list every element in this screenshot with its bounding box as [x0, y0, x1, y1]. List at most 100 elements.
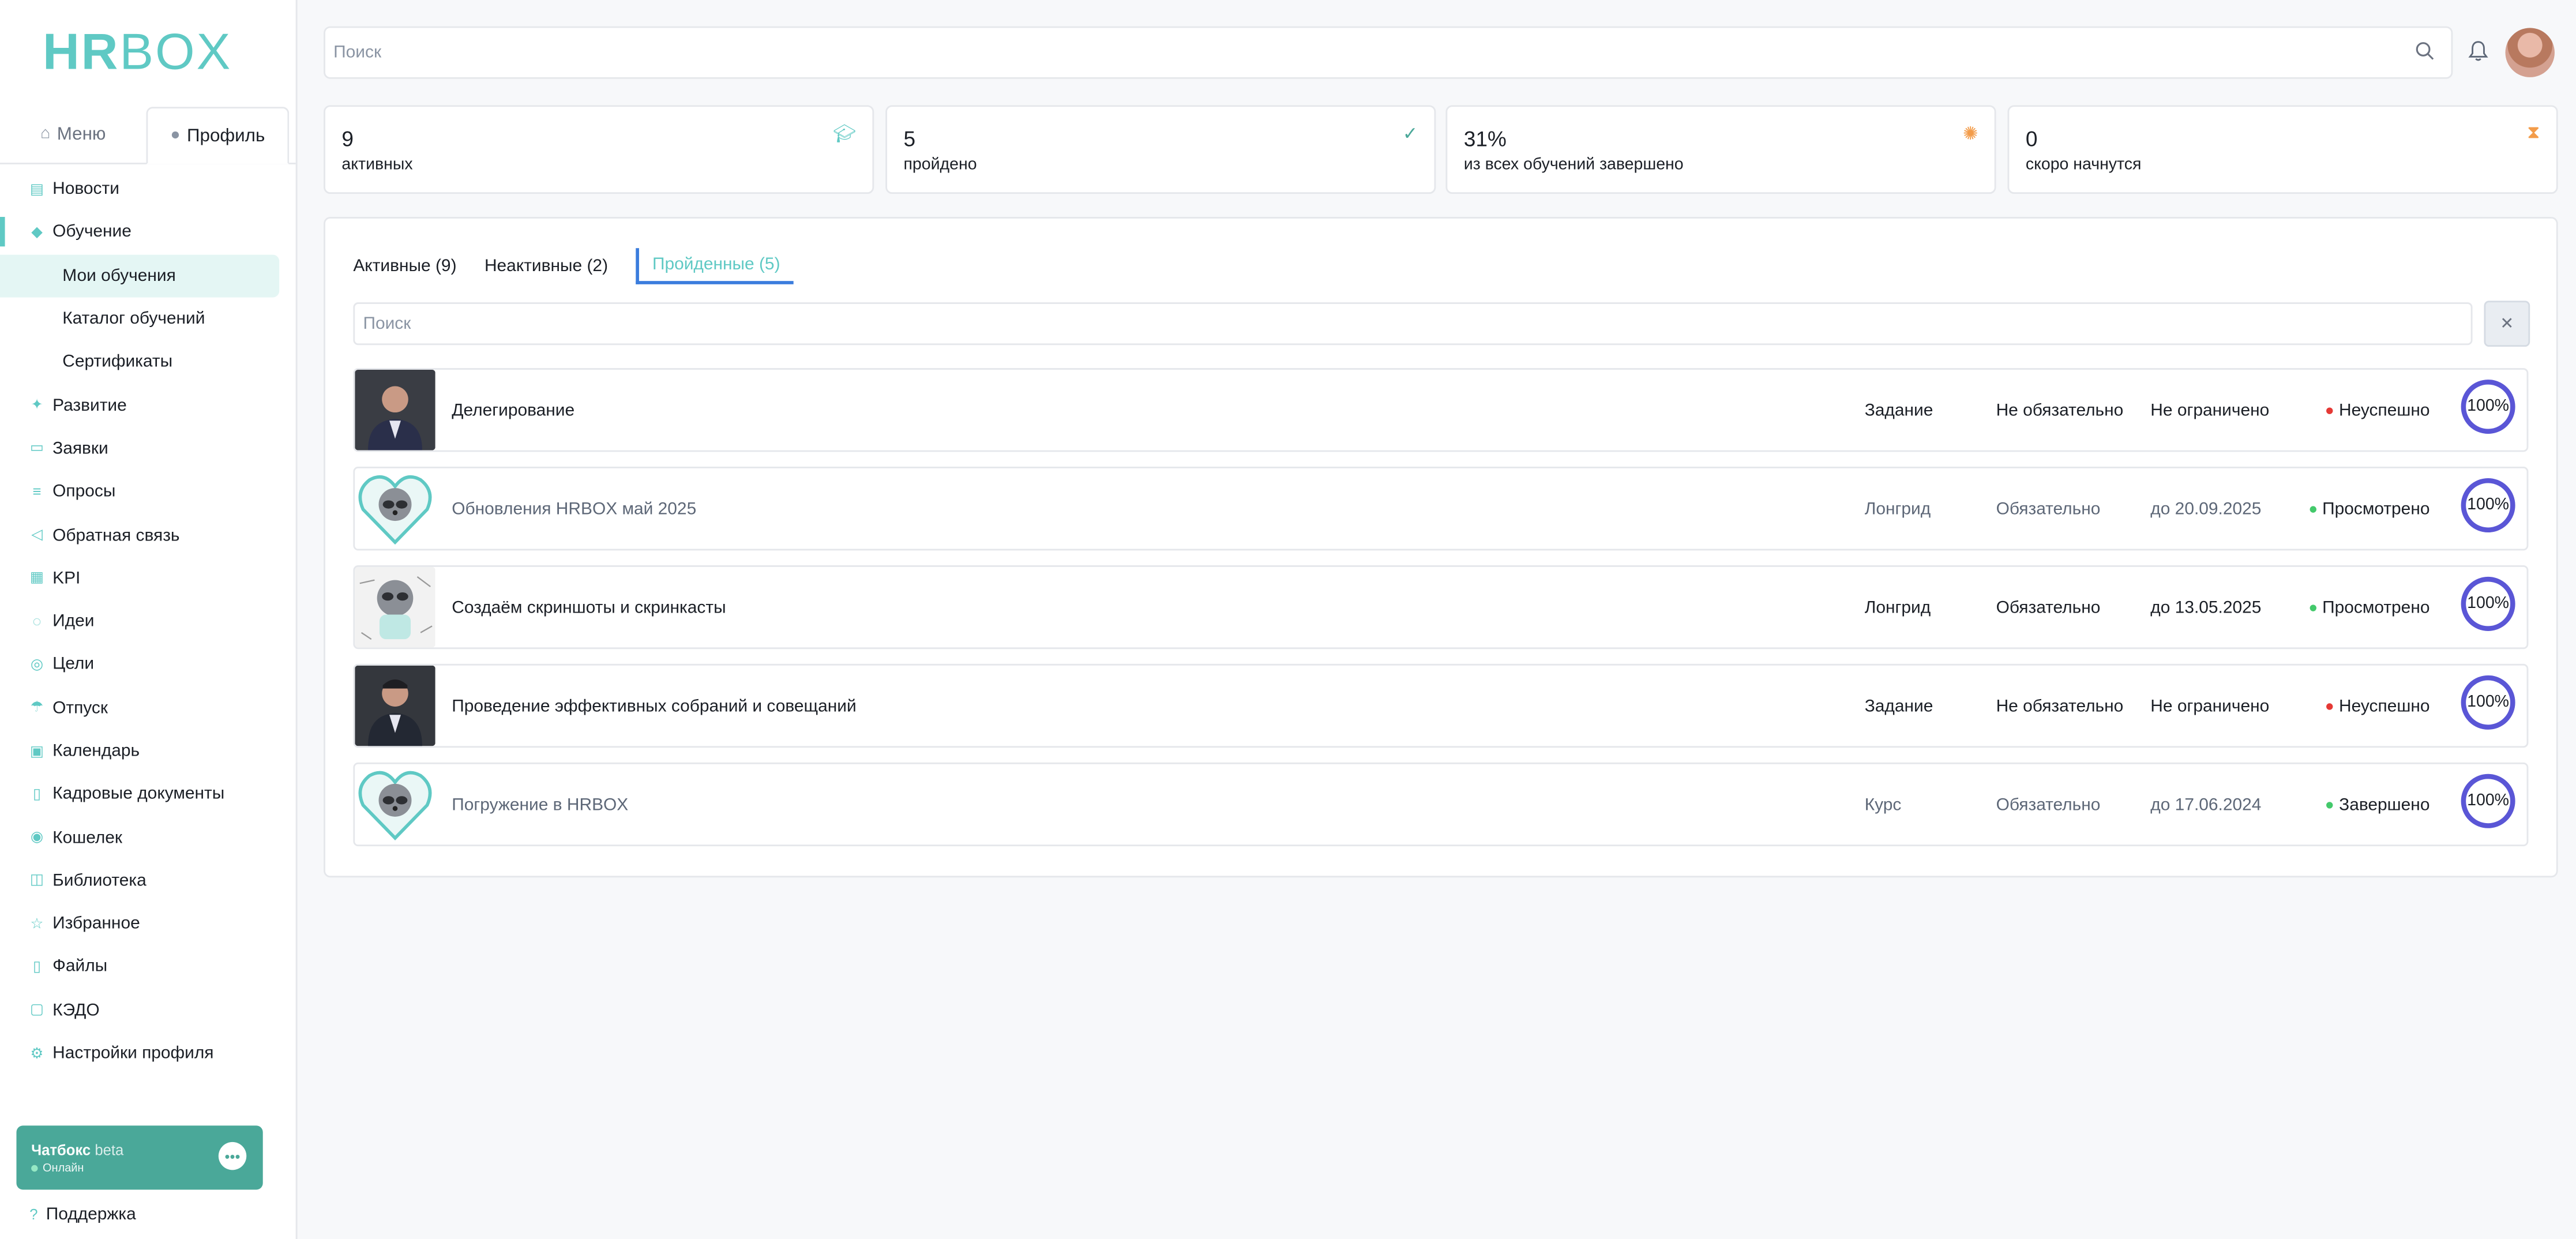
sidebar-item-catalog[interactable]: Каталог обучений: [0, 297, 296, 340]
hrbox-logo[interactable]: HR BOX: [43, 23, 232, 81]
sidebar-item-label: Сертификаты: [62, 352, 173, 372]
sidebar-item-label: Идеи: [52, 611, 95, 632]
clear-search-button[interactable]: ✕: [2484, 301, 2530, 347]
sidebar-item-hr-docs[interactable]: ▯ Кадровые документы: [0, 772, 296, 816]
learning-deadline: Не ограничено: [2150, 401, 2270, 421]
online-dot-icon: [31, 1165, 38, 1172]
sidebar-item-news[interactable]: ▤ Новости: [0, 168, 296, 211]
target-icon: ◎: [30, 655, 44, 672]
news-icon: ▤: [29, 180, 44, 197]
learning-title: Обновления HRBOX май 2025: [452, 500, 697, 520]
status-text: Неуспешно: [2339, 696, 2430, 717]
search-icon[interactable]: [2415, 41, 2435, 61]
status-dot-icon: [2326, 407, 2333, 414]
tab-profile[interactable]: ● Профиль: [146, 107, 290, 164]
status-badge: Завершено: [2326, 795, 2429, 815]
course-thumbnail: [355, 369, 435, 450]
status-dot-icon: [2309, 605, 2316, 611]
sidebar-item-feedback[interactable]: ◁ Обратная связь: [0, 513, 296, 557]
sidebar-item-learning[interactable]: ◆ Обучение: [0, 211, 296, 254]
sidebar-item-vacation[interactable]: ☂ Отпуск: [0, 686, 296, 730]
sidebar-item-label: Кадровые документы: [52, 784, 225, 804]
sidebar-item-calendar[interactable]: ▣ Календарь: [0, 729, 296, 772]
progress-ring: 100%: [2461, 478, 2515, 533]
sidebar-item-label: Календарь: [52, 741, 140, 761]
course-thumbnail: [355, 566, 435, 648]
sidebar-item-kpi[interactable]: ▦ KPI: [0, 557, 296, 600]
course-thumbnail: [355, 665, 435, 746]
bell-icon[interactable]: [2468, 39, 2489, 62]
lightbulb-icon: ◌: [32, 613, 42, 630]
sidebar-item-profile-settings[interactable]: ⚙ Настройки профиля: [0, 1032, 296, 1075]
star-icon: ☆: [30, 914, 44, 932]
learning-requirement: Обязательно: [1996, 500, 2101, 520]
check-icon: ✓: [1402, 125, 1418, 145]
learning-row[interactable]: Проведение эффективных собраний и совеща…: [353, 663, 2529, 748]
status-badge: Неуспешно: [2326, 401, 2429, 420]
stat-value: 9: [341, 126, 354, 152]
learning-row[interactable]: Создаём скриншоты и скринкасты Лонгрид О…: [353, 565, 2529, 649]
sidebar-item-label: Избранное: [52, 914, 140, 934]
calendar-icon: ▣: [29, 742, 44, 759]
support-link[interactable]: ? Поддержка: [29, 1204, 136, 1224]
file-icon: ▯: [33, 958, 42, 975]
sidebar-item-label: Мои обучения: [62, 265, 176, 286]
status-dot-icon: [2309, 506, 2316, 513]
sidebar-item-label: Новости: [52, 179, 119, 200]
sidebar-item-kedo[interactable]: ▢ КЭДО: [0, 989, 296, 1032]
stat-card-upcoming: 0 скоро начнутся ⧗: [2007, 105, 2558, 194]
sidebar-item-label: Библиотека: [52, 870, 147, 891]
stat-card-completed: 5 пройдено ✓: [885, 105, 1436, 194]
sidebar-item-favorites[interactable]: ☆ Избранное: [0, 902, 296, 945]
sidebar-item-development[interactable]: ✦ Развитие: [0, 384, 296, 427]
sidebar-item-goals[interactable]: ◎ Цели: [0, 643, 296, 686]
learning-row[interactable]: Делегирование Задание Не обязательно Не …: [353, 368, 2529, 452]
status-text: Неуспешно: [2339, 401, 2430, 421]
kpi-icon: ▦: [29, 569, 44, 586]
course-thumbnail: [355, 468, 435, 549]
user-avatar[interactable]: [2505, 28, 2555, 77]
learning-row[interactable]: Погружение в HRBOX Курс Обязательно до 1…: [353, 762, 2529, 847]
global-search-input[interactable]: [325, 28, 2407, 77]
sidebar-item-my-learning[interactable]: Мои обучения: [0, 254, 280, 298]
learning-row[interactable]: Обновления HRBOX май 2025 Лонгрид Обязат…: [353, 467, 2529, 551]
learning-requirement: Не обязательно: [1996, 696, 2124, 717]
progress-ring: 100%: [2461, 675, 2515, 730]
status-badge: Просмотрено: [2309, 500, 2429, 519]
learning-title: Создаём скриншоты и скринкасты: [452, 598, 726, 618]
progress-ring: 100%: [2461, 774, 2515, 828]
edo-icon: ▢: [29, 1001, 44, 1018]
coins-icon: ◉: [30, 828, 44, 845]
tab-profile-label: Профиль: [187, 125, 265, 146]
umbrella-icon: ☂: [30, 699, 44, 715]
learning-title: Проведение эффективных собраний и совеща…: [452, 696, 857, 717]
progress-ring: 100%: [2461, 380, 2515, 434]
gear-icon: ⚙: [30, 1044, 44, 1061]
list-search-input[interactable]: [355, 304, 2471, 344]
hourglass-icon: ⧗: [2527, 123, 2540, 143]
logo-light: BOX: [119, 22, 232, 81]
learning-deadline: Не ограничено: [2150, 696, 2270, 717]
sidebar-item-ideas[interactable]: ◌ Идеи: [0, 600, 296, 643]
sidebar-item-library[interactable]: ◫ Библиотека: [0, 859, 296, 902]
list-search: [353, 302, 2473, 346]
sidebar-item-surveys[interactable]: ≡ Опросы: [0, 470, 296, 513]
sidebar-item-wallet[interactable]: ◉ Кошелек: [0, 816, 296, 859]
learning-requirement: Не обязательно: [1996, 401, 2124, 421]
spinner-icon: ✺: [1962, 125, 1978, 145]
sidebar-item-label: Обратная связь: [52, 525, 180, 545]
chatbox-beta-badge: beta: [95, 1142, 124, 1159]
sidebar-item-files[interactable]: ▯ Файлы: [0, 945, 296, 989]
status-dot-icon: [2326, 703, 2333, 710]
sidebar-item-certificates[interactable]: Сертификаты: [0, 340, 296, 384]
tab-menu[interactable]: ⌂ Меню: [0, 107, 146, 161]
tab-inactive[interactable]: Неактивные (2): [485, 248, 621, 284]
status-text: Просмотрено: [2322, 500, 2430, 520]
tab-completed[interactable]: Пройденные (5): [636, 248, 794, 284]
sidebar-item-requests[interactable]: ▭ Заявки: [0, 427, 296, 470]
sidebar-item-label: Развитие: [52, 395, 127, 415]
global-search: [324, 26, 2453, 79]
help-circle-icon: ?: [29, 1206, 38, 1223]
chatbox-widget[interactable]: Чатбокс beta Онлайн •••: [16, 1125, 263, 1190]
tab-active[interactable]: Активные (9): [353, 248, 470, 284]
